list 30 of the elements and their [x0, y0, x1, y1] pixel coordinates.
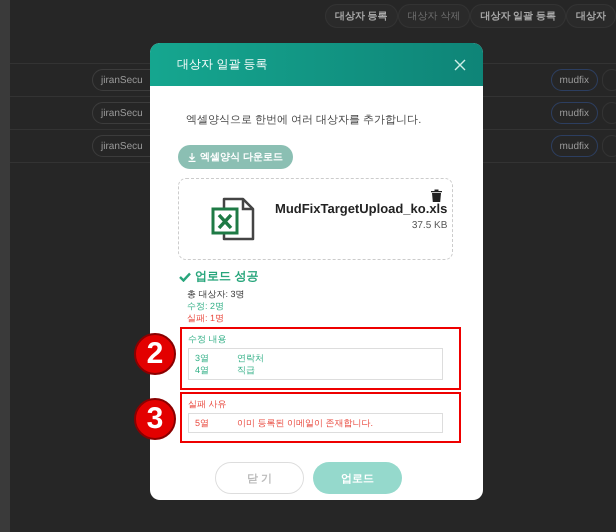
- column-number: 3열: [195, 352, 210, 364]
- toolbar-button[interactable]: 대상자 일괄 등록: [470, 4, 566, 28]
- column-number: 5열: [195, 417, 210, 429]
- file-name: MudFixTargetUpload_ko.xls: [275, 201, 448, 216]
- column-number: 4열: [195, 364, 210, 376]
- summary-line: 총 대상자: 3명: [187, 288, 246, 300]
- close-icon[interactable]: [454, 58, 466, 70]
- detail-text: 직급: [237, 364, 255, 376]
- toolbar-button[interactable]: 대상자: [566, 4, 616, 28]
- file-size: 37.5 KB: [412, 220, 448, 231]
- summary-line: 실패: 1명: [187, 312, 226, 324]
- detail-text: 이미 등록된 이메일이 존재합니다.: [237, 417, 374, 429]
- detail-text: 연락처: [237, 352, 264, 364]
- section-label: 수정 내용: [188, 333, 228, 346]
- toolbar-button[interactable]: 대상자 등록: [324, 4, 398, 28]
- checkmark-icon: [179, 272, 191, 282]
- tag-chip: mudfix: [550, 69, 598, 91]
- callout-number: 3: [134, 398, 176, 440]
- trash-icon[interactable]: [431, 189, 442, 202]
- tag-chip: mudfix: [550, 135, 598, 157]
- callout-number: 2: [134, 333, 176, 375]
- spreadsheet-file-icon: [211, 196, 257, 242]
- summary-line: 수정: 2명: [187, 300, 226, 312]
- section-label: 실패 사유: [188, 398, 228, 411]
- file-drop-zone[interactable]: MudFixTargetUpload_ko.xls 37.5 KB: [178, 178, 453, 260]
- upload-status: 업로드 성공: [195, 268, 258, 285]
- dialog-title: 대상자 일괄 등록: [177, 56, 268, 73]
- download-icon: [188, 152, 196, 162]
- tag-chip: mudfix: [550, 102, 598, 124]
- intro-text: 엑셀양식으로 한번에 여러 대상자를 추가합니다.: [186, 113, 422, 127]
